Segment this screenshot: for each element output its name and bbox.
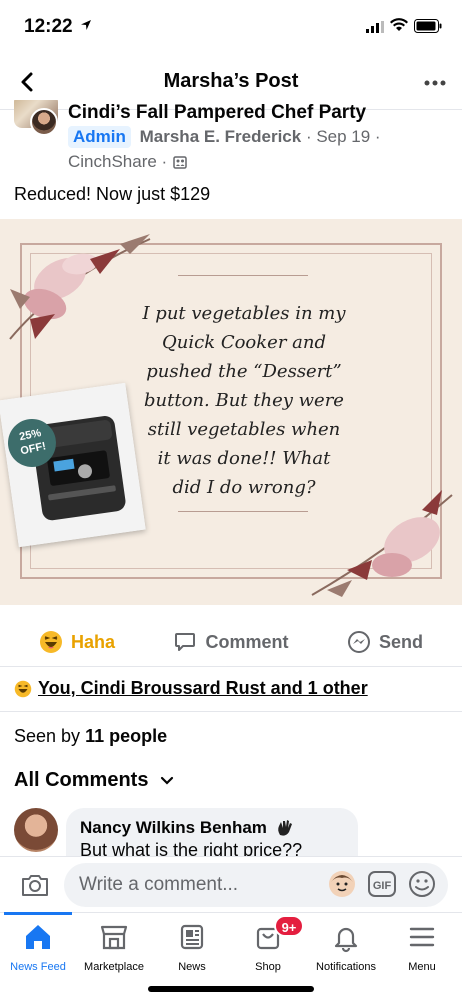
tab-news-feed[interactable]: News Feed: [0, 921, 78, 973]
comments-filter[interactable]: All Comments: [14, 769, 174, 792]
page-title: Marsha’s Post: [163, 70, 299, 92]
post-date[interactable]: · Sep 19 ·: [306, 127, 381, 146]
group-audience-icon: [173, 156, 187, 169]
comment-item: Nancy Wilkins Benham But what is the rig…: [0, 808, 462, 858]
avatar-sticker-icon[interactable]: [328, 870, 356, 898]
haha-emoji-icon: [39, 631, 62, 653]
more-options-icon[interactable]: [424, 80, 446, 86]
battery-icon: [414, 19, 442, 33]
author-avatar[interactable]: [30, 108, 58, 136]
location-arrow-icon: [81, 20, 91, 30]
haha-reaction-button[interactable]: Haha: [0, 620, 154, 664]
comment-author[interactable]: Nancy Wilkins Benham: [80, 818, 267, 838]
shop-badge: 9+: [274, 915, 304, 937]
seen-by-count: 11 people: [85, 726, 168, 746]
group-name[interactable]: Cindi’s Fall Pampered Chef Party: [68, 102, 366, 124]
reactions-names[interactable]: You, Cindi Broussard Rust and 1 other: [38, 678, 368, 699]
home-icon: [26, 925, 50, 949]
tab-label: Marketplace: [84, 961, 144, 973]
quote-divider: [178, 275, 308, 276]
tab-notifications[interactable]: Notifications: [306, 921, 386, 973]
bell-icon: [334, 927, 358, 953]
news-icon: [180, 924, 204, 950]
comment-author-row: Nancy Wilkins Benham: [80, 818, 295, 838]
post-meta: Cindi’s Fall Pampered Chef Party Admin M…: [0, 100, 462, 178]
seen-by[interactable]: Seen by 11 people: [14, 726, 167, 747]
tab-marketplace[interactable]: Marketplace: [74, 921, 154, 973]
tab-label: News Feed: [10, 961, 66, 973]
tab-label: Notifications: [316, 961, 376, 973]
comment-composer: GIF: [0, 856, 462, 912]
gif-icon[interactable]: GIF: [368, 871, 396, 897]
tab-menu[interactable]: Menu: [382, 921, 462, 973]
tab-label: Shop: [255, 961, 281, 973]
waving-hand-icon: [278, 820, 292, 836]
wifi-icon: [390, 18, 408, 31]
seen-by-prefix: Seen by: [14, 726, 81, 746]
post-source: CinchShare ·: [68, 152, 168, 171]
comments-heading: All Comments: [14, 769, 149, 791]
emoji-icon[interactable]: [408, 870, 436, 898]
haha-emoji-icon: [14, 680, 32, 697]
comment-button[interactable]: Comment: [154, 620, 308, 664]
comment-bubble[interactable]: Nancy Wilkins Benham But what is the rig…: [66, 808, 358, 858]
tab-label: Menu: [408, 961, 436, 973]
tab-news[interactable]: News: [152, 921, 232, 973]
send-label: Send: [378, 631, 423, 652]
discount-off: OFF!: [19, 440, 48, 458]
reactions-text-row[interactable]: You, Cindi Broussard Rust and 1 other: [14, 678, 368, 699]
hamburger-menu-icon: [409, 927, 435, 947]
tab-label: News: [178, 961, 206, 973]
marketplace-icon: [100, 925, 128, 950]
commenter-avatar[interactable]: [14, 808, 58, 852]
post-source-line: CinchShare ·: [68, 152, 187, 172]
send-button[interactable]: Send: [308, 620, 462, 664]
image-quote: I put vegetables in my Quick Cooker and …: [142, 303, 346, 498]
quote-divider: [178, 511, 308, 512]
tab-shop[interactable]: 9+ Shop: [228, 915, 308, 973]
signal-icon: [366, 21, 384, 33]
status-time: 12:22: [24, 16, 73, 37]
camera-icon[interactable]: [20, 871, 50, 899]
comment-icon: [175, 633, 196, 651]
post-meta-line: Admin Marsha E. Frederick · Sep 19 ·: [68, 126, 381, 148]
home-indicator[interactable]: [148, 986, 314, 992]
author-name[interactable]: Marsha E. Frederick: [140, 127, 302, 146]
status-bar: 12:22: [0, 0, 462, 54]
post-image[interactable]: I put vegetables in my Quick Cooker and …: [0, 219, 462, 605]
post-text: Reduced! Now just $129: [14, 184, 211, 204]
comment-label: Comment: [205, 631, 289, 652]
chevron-down-icon: [161, 776, 174, 785]
active-tab-indicator: [4, 912, 72, 915]
haha-label: Haha: [70, 631, 115, 652]
reactions-summary[interactable]: You, Cindi Broussard Rust and 1 other: [0, 666, 462, 712]
svg-text:GIF: GIF: [373, 880, 392, 892]
post-actions: Haha Comment Send: [0, 620, 462, 664]
messenger-icon: [347, 631, 370, 653]
admin-badge: Admin: [68, 126, 131, 148]
